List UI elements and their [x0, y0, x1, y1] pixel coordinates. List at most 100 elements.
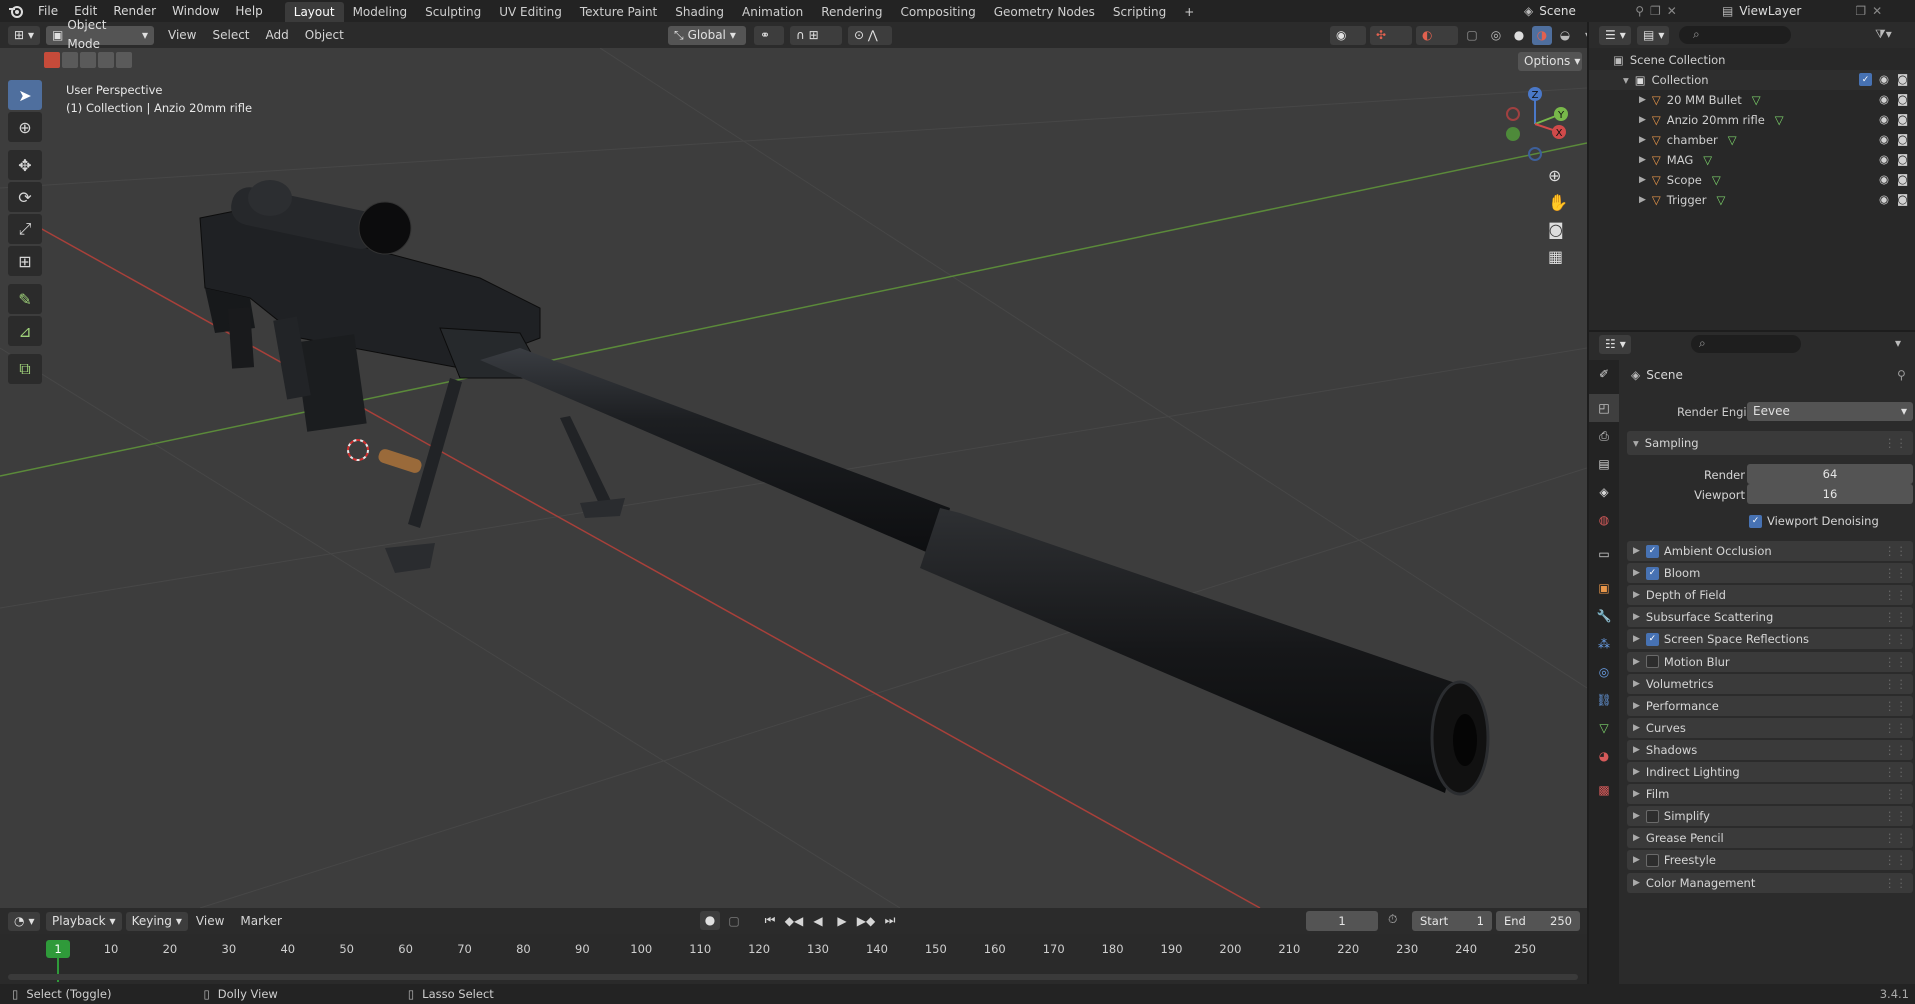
tab-collection[interactable]: ▭: [1589, 540, 1619, 568]
select-box-tool[interactable]: ➤: [8, 80, 42, 110]
3d-viewport[interactable]: User Perspective (1) Collection | Anzio …: [0, 48, 1587, 908]
tab-animation[interactable]: Animation: [733, 2, 812, 22]
settings-panel-header[interactable]: ▶ ✓ Screen Space Reflections ⋮⋮: [1627, 629, 1913, 650]
settings-panel-header[interactable]: ▶ ✓ Ambient Occlusion ⋮⋮: [1627, 541, 1913, 561]
3d-cursor[interactable]: [347, 439, 369, 461]
tab-object[interactable]: ▣: [1589, 574, 1619, 602]
drag-handle-icon[interactable]: ⋮⋮: [1884, 677, 1907, 691]
close-view-layer-icon[interactable]: ✕: [1872, 4, 1882, 18]
panel-enable-checkbox[interactable]: [1645, 809, 1659, 823]
new-scene-icon[interactable]: ❐: [1650, 4, 1661, 18]
drag-handle-icon[interactable]: ⋮⋮: [1884, 721, 1907, 735]
tab-texture-paint[interactable]: Texture Paint: [571, 2, 666, 22]
visibility-eye-icon[interactable]: ◉: [1879, 92, 1889, 106]
select-subtract-icon[interactable]: [80, 52, 96, 68]
timeline-scrollbar[interactable]: [8, 974, 1578, 980]
tab-view-layer[interactable]: ▤: [1589, 450, 1619, 478]
drag-handle-icon[interactable]: ⋮⋮: [1884, 588, 1907, 602]
viewport-denoising-toggle[interactable]: ✓ Viewport Denoising: [1749, 514, 1879, 528]
outliner-editor-type-button[interactable]: ☰ ▾: [1599, 25, 1631, 45]
solid-shading-icon[interactable]: ●: [1509, 26, 1529, 45]
pivot-point-button[interactable]: ⚭: [754, 25, 784, 45]
gizmo-neg-z-handle[interactable]: [1528, 147, 1542, 161]
drag-handle-icon[interactable]: ⋮⋮: [1884, 632, 1907, 646]
render-camera-icon[interactable]: ◙: [1897, 192, 1908, 206]
render-camera-icon[interactable]: ◙: [1897, 172, 1908, 186]
settings-panel-header[interactable]: ▶ Film ⋮⋮: [1627, 784, 1913, 805]
settings-panel-header[interactable]: ▶ Indirect Lighting ⋮⋮: [1627, 762, 1913, 782]
panel-enable-checkbox[interactable]: [1645, 853, 1659, 867]
outliner-item[interactable]: ▶ ▽ MAG ▽ ◉ ◙: [1589, 150, 1915, 170]
rotate-tool[interactable]: ⟳: [8, 182, 42, 212]
render-camera-icon[interactable]: ◙: [1897, 152, 1908, 166]
menu-window[interactable]: Window: [164, 0, 227, 22]
transform-tool[interactable]: ⊞: [8, 246, 42, 276]
rendered-shading-icon[interactable]: ◒: [1555, 26, 1575, 45]
annotate-tool[interactable]: ✎: [8, 284, 42, 314]
expand-arrow-icon[interactable]: ▶: [1639, 175, 1646, 185]
view-layer-selector[interactable]: ViewLayer: [1739, 4, 1849, 18]
tab-output[interactable]: ⎙: [1589, 422, 1619, 450]
settings-panel-header[interactable]: ▶ Curves ⋮⋮: [1627, 717, 1913, 738]
render-camera-icon[interactable]: ◙: [1897, 92, 1908, 106]
expand-arrow-icon[interactable]: ▶: [1639, 95, 1646, 105]
viewport-denoising-checkbox[interactable]: ✓: [1749, 514, 1762, 528]
mesh-data-icon[interactable]: ▽: [1775, 113, 1784, 127]
rifle-model[interactable]: [199, 180, 1490, 796]
viewport-menu-add[interactable]: Add: [258, 28, 297, 42]
wireframe-shading-icon[interactable]: ◎: [1486, 26, 1506, 45]
visibility-eye-icon[interactable]: ◉: [1879, 152, 1889, 166]
drag-handle-icon[interactable]: ⋮⋮: [1884, 765, 1907, 779]
view-layer-icon[interactable]: ▤: [1722, 4, 1733, 18]
playback-dropdown[interactable]: Playback ▾: [46, 911, 122, 931]
tab-rendering[interactable]: Rendering: [812, 2, 891, 22]
gizmo-toggle-button[interactable]: ✣: [1370, 25, 1412, 45]
new-view-layer-icon[interactable]: ❐: [1855, 4, 1866, 18]
expand-arrow-icon[interactable]: ▶: [1639, 195, 1646, 205]
menu-file[interactable]: File: [30, 0, 66, 22]
expand-arrow-icon[interactable]: ▶: [1639, 155, 1646, 165]
tab-scripting[interactable]: Scripting: [1104, 2, 1175, 22]
settings-panel-header[interactable]: ▶ Simplify ⋮⋮: [1627, 806, 1913, 827]
current-frame-field[interactable]: 1: [1306, 911, 1378, 931]
add-workspace-button[interactable]: +: [1175, 2, 1203, 22]
scene-selector[interactable]: Scene: [1539, 4, 1629, 18]
preview-range-icon[interactable]: ⏱: [1388, 912, 1397, 927]
panel-enable-checkbox[interactable]: ✓: [1645, 566, 1659, 580]
filter-icon[interactable]: ⧩▾: [1875, 27, 1892, 42]
tab-modifiers[interactable]: 🔧: [1589, 602, 1619, 630]
gizmo-neg-y-handle[interactable]: [1506, 127, 1520, 141]
outliner-item[interactable]: ▶ ▽ Anzio 20mm rifle ▽ ◉ ◙: [1589, 110, 1915, 130]
properties-search-input[interactable]: [1691, 335, 1801, 353]
transform-orientation-dropdown[interactable]: ⤡ Global ▾: [668, 25, 746, 45]
mesh-data-icon[interactable]: ▽: [1716, 193, 1725, 207]
drag-handle-icon[interactable]: ⋮⋮: [1884, 787, 1907, 801]
visibility-eye-icon[interactable]: ◉: [1879, 192, 1889, 206]
tab-constraints[interactable]: ⛓: [1589, 686, 1619, 714]
add-cube-tool[interactable]: ⧉: [8, 354, 42, 384]
menu-help[interactable]: Help: [227, 0, 270, 22]
settings-panel-header[interactable]: ▶ Volumetrics ⋮⋮: [1627, 673, 1913, 694]
xray-toggle-button[interactable]: ▢: [1462, 26, 1482, 45]
measure-tool[interactable]: ⊿: [8, 316, 42, 346]
sampling-panel-header[interactable]: ▾ Sampling ⋮⋮: [1627, 431, 1913, 455]
settings-panel-header[interactable]: ▶ Color Management ⋮⋮: [1627, 872, 1913, 893]
pan-hand-icon[interactable]: ✋: [1548, 193, 1568, 212]
outliner-item[interactable]: ▶ ▽ chamber ▽ ◉ ◙: [1589, 130, 1915, 150]
play-reverse-icon[interactable]: ◀: [808, 911, 828, 930]
render-camera-icon[interactable]: ◙: [1897, 132, 1908, 146]
expand-arrow-icon[interactable]: ▶: [1639, 135, 1646, 145]
chevron-down-icon[interactable]: ▾: [1895, 336, 1901, 350]
pin-icon[interactable]: ⚲: [1635, 4, 1644, 18]
tab-material[interactable]: ◕: [1589, 742, 1619, 770]
tab-scene[interactable]: ◈: [1589, 478, 1619, 506]
drag-handle-icon[interactable]: ⋮⋮: [1884, 876, 1907, 890]
properties-editor-type-button[interactable]: ☷ ▾: [1599, 334, 1631, 354]
tab-data[interactable]: ▽: [1589, 714, 1619, 742]
tab-tool[interactable]: ✐: [1589, 360, 1619, 388]
panel-enable-checkbox[interactable]: ✓: [1645, 632, 1659, 646]
drag-handle-icon[interactable]: ⋮⋮: [1884, 809, 1907, 823]
blender-logo-icon[interactable]: [8, 3, 24, 19]
jump-end-icon[interactable]: ⏭: [880, 911, 900, 930]
scene-icon[interactable]: ◈: [1524, 4, 1533, 18]
